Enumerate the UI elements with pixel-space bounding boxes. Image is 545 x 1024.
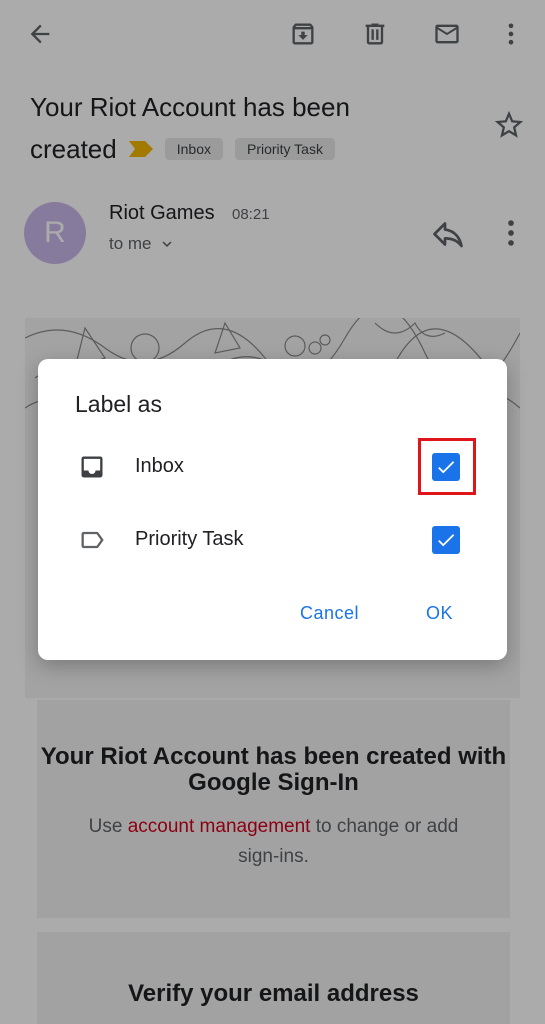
inbox-icon: [81, 456, 103, 478]
ok-button[interactable]: OK: [426, 603, 453, 624]
label-option-inbox-text: Inbox: [135, 455, 184, 477]
priority-task-checkbox[interactable]: [432, 526, 460, 554]
label-as-dialog: Label as Inbox Priority Task Cancel OK: [38, 359, 507, 660]
label-option-priority-task-text: Priority Task: [135, 528, 244, 550]
cancel-button[interactable]: Cancel: [300, 603, 359, 624]
dialog-title: Label as: [75, 391, 162, 417]
label-icon: [81, 531, 104, 549]
label-option-priority-task[interactable]: Priority Task: [38, 512, 507, 568]
highlight-box: [418, 438, 476, 495]
checkmark-icon: [438, 534, 455, 547]
